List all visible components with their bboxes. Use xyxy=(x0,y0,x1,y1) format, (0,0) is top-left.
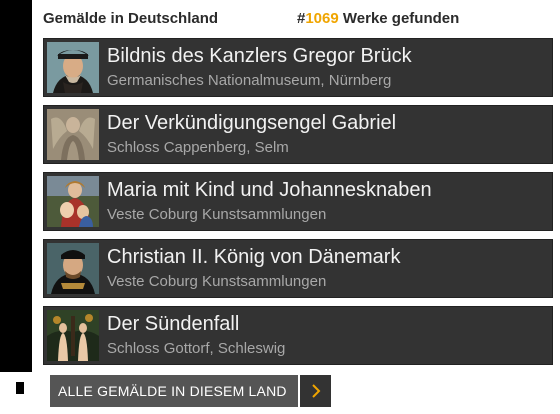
left-rail-bar xyxy=(0,0,32,372)
item-location: Schloss Gottorf, Schleswig xyxy=(107,340,286,357)
adam-eve-thumbnail xyxy=(47,310,99,361)
item-location: Schloss Cappenberg, Selm xyxy=(107,139,289,156)
section-title: Gemälde in Deutschland xyxy=(43,10,219,27)
all-paintings-button[interactable]: ALLE GEMÄLDE IN DIESEM LAND xyxy=(50,375,331,407)
left-rail-stub xyxy=(16,382,24,394)
painting-list: Bildnis des Kanzlers Gregor Brück German… xyxy=(43,38,553,373)
chevron-right-icon xyxy=(312,384,321,398)
list-item[interactable]: Maria mit Kind und Johannesknaben Veste … xyxy=(43,172,553,231)
page: Gemälde in Deutschland #1069 Werke gefun… xyxy=(0,0,560,414)
all-paintings-label-box[interactable]: ALLE GEMÄLDE IN DIESEM LAND xyxy=(50,375,298,407)
item-title: Der Sündenfall xyxy=(107,313,240,335)
angel-thumbnail xyxy=(47,109,99,160)
portrait-man-hat-thumbnail xyxy=(47,42,99,93)
list-item[interactable]: Der Verkündigungsengel Gabriel Schloss C… xyxy=(43,105,553,164)
portrait-king-thumbnail xyxy=(47,243,99,294)
left-rail xyxy=(0,0,32,414)
item-title: Christian II. König von Dänemark xyxy=(107,246,401,268)
result-count: #1069 Werke gefunden xyxy=(297,10,459,27)
list-item[interactable]: Bildnis des Kanzlers Gregor Brück German… xyxy=(43,38,553,97)
count-suffix: Werke gefunden xyxy=(338,10,460,27)
item-title: Maria mit Kind und Johannesknaben xyxy=(107,179,432,201)
madonna-child-thumbnail xyxy=(47,176,99,227)
all-paintings-arrow-button[interactable] xyxy=(300,375,331,407)
all-paintings-label: ALLE GEMÄLDE IN DIESEM LAND xyxy=(58,383,287,399)
item-title: Der Verkündigungsengel Gabriel xyxy=(107,112,397,134)
results-header: Gemälde in Deutschland #1069 Werke gefun… xyxy=(43,8,553,28)
item-location: Veste Coburg Kunstsammlungen xyxy=(107,206,327,223)
count-number: 1069 xyxy=(305,10,339,27)
list-item[interactable]: Christian II. König von Dänemark Veste C… xyxy=(43,239,553,298)
list-item[interactable]: Der Sündenfall Schloss Gottorf, Schleswi… xyxy=(43,306,553,365)
item-location: Veste Coburg Kunstsammlungen xyxy=(107,273,327,290)
item-title: Bildnis des Kanzlers Gregor Brück xyxy=(107,45,412,67)
item-location: Germanisches Nationalmuseum, Nürnberg xyxy=(107,72,392,89)
